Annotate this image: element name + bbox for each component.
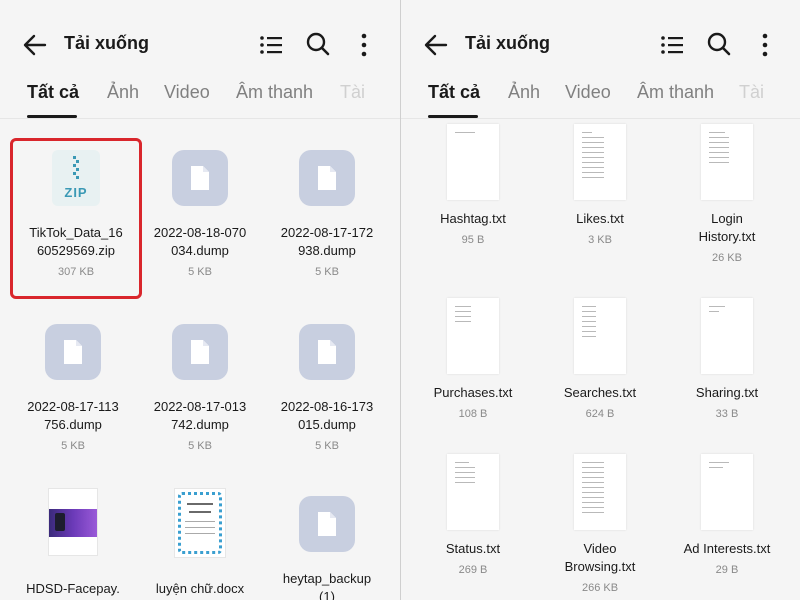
downloads-pane-left: Tải xuống Tất cả Ảnh Video Âm thanh Tài … — [0, 0, 400, 600]
file-item-txt[interactable]: Likes.txt 3 KB — [537, 124, 663, 246]
list-view-icon[interactable] — [659, 32, 685, 58]
file-item-txt[interactable]: Status.txt 269 B — [410, 454, 536, 576]
file-size: 108 B — [458, 408, 488, 420]
file-size: 29 B — [715, 564, 739, 576]
file-icon — [172, 150, 228, 206]
file-icon — [299, 150, 355, 206]
tab-audio[interactable]: Âm thanh — [637, 82, 714, 103]
file-item-txt[interactable]: Sharing.txt 33 B — [664, 298, 790, 420]
file-icon — [45, 324, 101, 380]
file-item-txt[interactable]: Ad Interests.txt 29 B — [664, 454, 790, 576]
file-name: Ad Interests.txt — [683, 541, 771, 556]
downloads-pane-right: Tải xuống Tất cả Ảnh Video Âm thanh Tài … — [401, 0, 800, 600]
file-name: heytap_backup (1) — [282, 571, 372, 600]
file-item-pdf[interactable]: HDSD-Facepay.pdf — [10, 488, 136, 600]
tab-images[interactable]: Ảnh — [107, 82, 139, 103]
file-size: 269 B — [458, 564, 488, 576]
back-arrow-icon[interactable] — [423, 32, 449, 58]
file-item-docx[interactable]: luyện chữ.docx — [137, 488, 263, 598]
list-view-icon[interactable] — [258, 32, 284, 58]
file-name: 2022-08-17-013 742.dump — [153, 399, 247, 432]
divider — [401, 118, 800, 119]
file-size: 26 KB — [712, 252, 742, 264]
file-size: 95 B — [461, 234, 485, 246]
file-item[interactable]: 2022-08-18-070 034.dump 5 KB — [137, 150, 263, 278]
pdf-thumbnail — [48, 488, 98, 556]
file-item[interactable]: 2022-08-16-173 015.dump 5 KB — [264, 324, 390, 452]
file-name: Hashtag.txt — [440, 211, 506, 226]
file-name: 2022-08-17-172 938.dump — [280, 225, 374, 258]
file-item-txt[interactable]: Searches.txt 624 B — [537, 298, 663, 420]
file-item[interactable]: heytap_backup (1) — [264, 496, 390, 600]
file-name: luyện chữ.docx — [155, 581, 245, 596]
txt-thumbnail — [447, 124, 499, 200]
app-bar: Tải xuống — [0, 0, 400, 88]
txt-thumbnail — [447, 454, 499, 530]
file-size: 5 KB — [315, 266, 339, 278]
file-icon — [299, 324, 355, 380]
category-tabs: Tất cả Ảnh Video Âm thanh Tài — [0, 82, 400, 118]
file-name: Status.txt — [445, 541, 501, 556]
file-name: Searches.txt — [563, 385, 637, 400]
file-size: 266 KB — [581, 582, 619, 594]
tab-documents[interactable]: Tài — [739, 82, 764, 103]
tab-all[interactable]: Tất cả — [27, 82, 79, 103]
file-name: 2022-08-18-070 034.dump — [153, 225, 247, 258]
file-name: Likes.txt — [576, 211, 624, 226]
txt-thumbnail — [574, 298, 626, 374]
txt-thumbnail — [701, 124, 753, 200]
file-size: 624 B — [585, 408, 615, 420]
file-name: Purchases.txt — [433, 385, 513, 400]
file-size: 3 KB — [588, 234, 612, 246]
txt-thumbnail — [574, 124, 626, 200]
file-icon — [172, 324, 228, 380]
file-name: Login History.txt — [698, 211, 756, 244]
more-options-icon[interactable] — [755, 32, 775, 58]
app-bar: Tải xuống — [401, 0, 800, 88]
file-size: 5 KB — [188, 440, 212, 452]
file-size: 5 KB — [315, 440, 339, 452]
tab-all[interactable]: Tất cả — [428, 82, 480, 103]
docx-thumbnail — [174, 488, 226, 558]
more-options-icon[interactable] — [354, 32, 374, 58]
tab-video[interactable]: Video — [565, 82, 611, 103]
page-title: Tải xuống — [465, 33, 550, 53]
divider — [0, 118, 400, 119]
file-icon — [299, 496, 355, 552]
back-arrow-icon[interactable] — [22, 32, 48, 58]
category-tabs: Tất cả Ảnh Video Âm thanh Tài — [401, 82, 800, 118]
txt-thumbnail — [701, 298, 753, 374]
file-name: Video Browsing.txt — [564, 541, 636, 574]
txt-thumbnail — [701, 454, 753, 530]
file-name: 2022-08-16-173 015.dump — [280, 399, 374, 432]
file-size: 5 KB — [188, 266, 212, 278]
tab-images[interactable]: Ảnh — [508, 82, 540, 103]
file-item[interactable]: 2022-08-17-113 756.dump 5 KB — [10, 324, 136, 452]
file-name: 2022-08-17-113 756.dump — [27, 399, 119, 432]
file-item[interactable]: 2022-08-17-013 742.dump 5 KB — [137, 324, 263, 452]
search-icon[interactable] — [706, 31, 732, 57]
file-item-txt[interactable]: Hashtag.txt 95 B — [410, 124, 536, 246]
search-icon[interactable] — [305, 31, 331, 57]
file-size: 5 KB — [61, 440, 85, 452]
file-item[interactable]: 2022-08-17-172 938.dump 5 KB — [264, 150, 390, 278]
file-name: HDSD-Facepay.pdf — [26, 581, 120, 600]
txt-thumbnail — [574, 454, 626, 530]
file-size: 33 B — [715, 408, 739, 420]
tab-video[interactable]: Video — [164, 82, 210, 103]
tab-audio[interactable]: Âm thanh — [236, 82, 313, 103]
file-name: Sharing.txt — [695, 385, 759, 400]
page-title: Tải xuống — [64, 33, 149, 53]
txt-thumbnail — [447, 298, 499, 374]
tab-documents[interactable]: Tài — [340, 82, 365, 103]
selection-highlight — [10, 138, 142, 299]
file-item-txt[interactable]: Purchases.txt 108 B — [410, 298, 536, 420]
file-item-txt[interactable]: Login History.txt 26 KB — [664, 124, 790, 264]
file-item-txt[interactable]: Video Browsing.txt 266 KB — [537, 454, 663, 594]
